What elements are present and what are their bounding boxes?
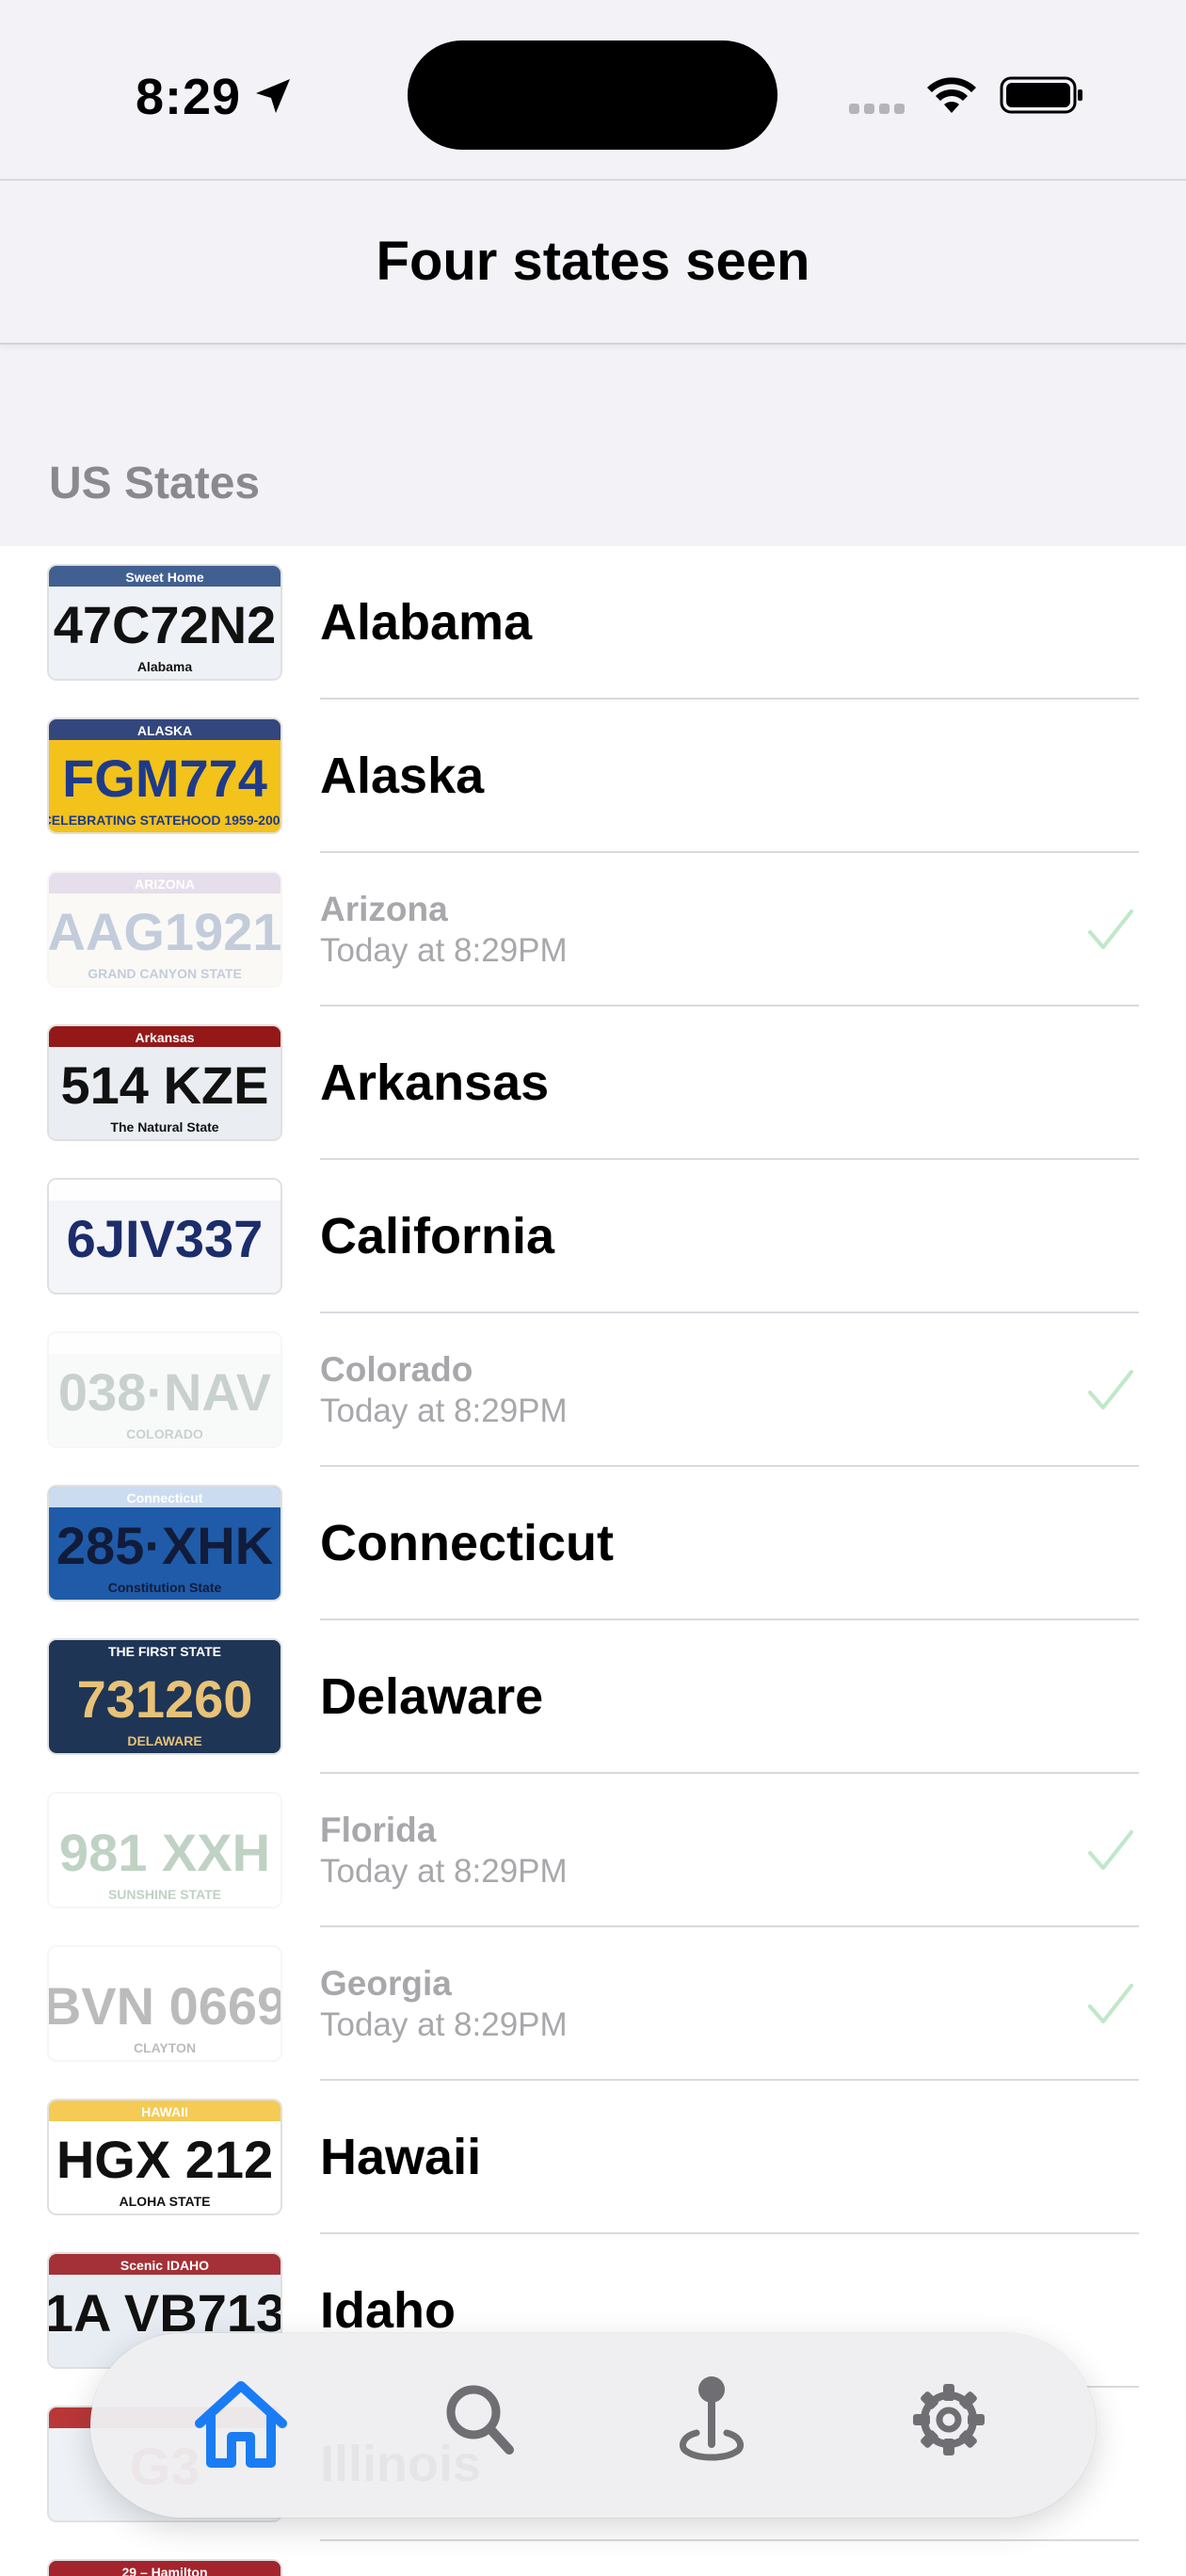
state-name: Delaware <box>320 1668 544 1725</box>
state-row-alaska[interactable]: ALASKA FGM774 CELEBRATING STATEHOOD 1959-2… <box>0 700 1186 853</box>
license-plate-image: MYFLORIDA.COM 981 XXH SUNSHINE STATE <box>49 1794 280 1907</box>
plate-text: Alabama <box>137 659 193 674</box>
checkmark-icon <box>1088 1370 1133 1409</box>
plate-text: ALOHA STATE <box>120 2194 211 2209</box>
license-plate-image: Connecticut 285·XHK Constitution State <box>49 1487 280 1600</box>
license-plate-image: ALASKA FGM774 CELEBRATING STATEHOOD 1959-2… <box>49 719 280 832</box>
plate-text: 29 – Hamilton <box>121 2565 207 2576</box>
seen-timestamp: Today at 8:29PM <box>320 1393 568 1429</box>
wifi-icon <box>927 77 976 113</box>
license-plate-image: THE FIRST STATE 731260 DELAWARE <box>49 1640 280 1753</box>
plate-text: AAG1921 <box>49 902 280 961</box>
page-title: Four states seen <box>376 231 810 292</box>
battery-icon <box>1000 76 1082 114</box>
license-plate-image: California 6JIV337 <box>49 1180 280 1293</box>
state-row-hawaii[interactable]: HAWAII HGX 212 ALOHA STATE Hawaii <box>0 2081 1186 2234</box>
plate-text: California <box>135 1183 196 1199</box>
seen-timestamp: Today at 8:29PM <box>320 932 568 969</box>
state-row-delaware[interactable]: THE FIRST STATE 731260 DELAWARE Delaware <box>0 1620 1186 1774</box>
plate-text: Scenic IDAHO <box>120 2258 209 2273</box>
plate-text: CLAYTON <box>134 2040 196 2055</box>
license-plate-image: 29 – Hamilton <box>49 2561 280 2576</box>
plate-text: 038·NAV <box>58 1362 271 1422</box>
license-plate-image: GEORGIA.gov BVN 0669 CLAYTON <box>49 1947 280 2060</box>
plate-text: GRAND CANYON STATE <box>88 966 242 981</box>
plate-text: SUNSHINE STATE <box>108 1887 221 1902</box>
license-plate-image: HAWAII HGX 212 ALOHA STATE <box>49 2101 280 2214</box>
state-row-colorado[interactable]: 038·NAV COLORADO Colorado Today at 8:29PM <box>0 1313 1186 1467</box>
plate-text: 285·XHK <box>56 1516 273 1575</box>
state-name: Indiana <box>320 2541 498 2576</box>
state-name: Hawaii <box>320 2129 482 2185</box>
state-row-georgia[interactable]: GEORGIA.gov BVN 0669 CLAYTON Georgia Today a… <box>0 1927 1186 2081</box>
state-name: Connecticut <box>320 1515 615 1571</box>
state-name: California <box>320 1208 555 1264</box>
plate-text: 47C72N2 <box>54 595 277 654</box>
plate-text: 6JIV337 <box>67 1209 264 1268</box>
plate-text: THE FIRST STATE <box>108 1644 221 1659</box>
license-plate-image: 038·NAV COLORADO <box>49 1333 280 1446</box>
plate-text: ARIZONA <box>135 877 195 892</box>
plate-text: MYFLORIDA.COM <box>108 1797 221 1812</box>
location-arrow-icon <box>256 79 290 113</box>
plate-text: CELEBRATING STATEHOOD 1959-2009 <box>49 813 280 828</box>
checkmark-icon <box>1088 1830 1133 1870</box>
state-row-connecticut[interactable]: Connecticut 285·XHK Constitution State Conn… <box>0 1467 1186 1620</box>
plate-text: Arkansas <box>135 1030 194 1045</box>
plate-text: Constitution State <box>108 1580 222 1595</box>
plate-text: ALASKA <box>137 723 192 738</box>
seen-timestamp: Today at 8:29PM <box>320 1853 568 1890</box>
states-list: Sweet Home 47C72N2 Alabama Alabama ALASKA FGM… <box>0 546 1186 2576</box>
checkmark-icon <box>1088 910 1133 949</box>
state-name: Georgia <box>320 1964 452 2003</box>
navigation-bar: Four states seen <box>0 179 1186 345</box>
license-plate-image: Sweet Home 47C72N2 Alabama <box>49 566 280 679</box>
tab-map-pin-icon[interactable] <box>676 2373 747 2467</box>
plate-text: 981 XXH <box>59 1823 270 1882</box>
tab-bar <box>90 2333 1096 2518</box>
status-bar: 8:29 <box>0 0 1186 179</box>
plate-text: DELAWARE <box>127 1733 201 1748</box>
seen-info: Colorado Today at 8:29PM <box>320 1349 568 1432</box>
plate-text: Sweet Home <box>125 570 203 585</box>
tab-search-magnifying-glass-icon[interactable] <box>443 2382 515 2457</box>
tab-home-house-icon[interactable] <box>192 2378 290 2469</box>
state-row-arizona[interactable]: ARIZONA AAG1921 GRAND CANYON STATE Arizona T… <box>0 853 1186 1006</box>
plate-text: 731260 <box>77 1669 253 1729</box>
state-row-alabama[interactable]: Sweet Home 47C72N2 Alabama Alabama <box>0 546 1186 700</box>
state-name: Alabama <box>320 594 533 651</box>
plate-text: GEORGIA.gov <box>120 1951 210 1966</box>
seen-info: Florida Today at 8:29PM <box>320 1810 568 1892</box>
seen-info: Georgia Today at 8:29PM <box>320 1963 568 2046</box>
cellular-signal-icon <box>849 102 909 117</box>
state-name: Florida <box>320 1811 437 1849</box>
state-name: Alaska <box>320 748 485 804</box>
state-row-arkansas[interactable]: Arkansas 514 KZE The Natural State Arkansas <box>0 1006 1186 1160</box>
plate-text: COLORADO <box>126 1426 203 1441</box>
license-plate-image: ARIZONA AAG1921 GRAND CANYON STATE <box>49 873 280 986</box>
seen-timestamp: Today at 8:29PM <box>320 2006 568 2043</box>
tab-settings-gear-icon[interactable] <box>911 2382 986 2457</box>
state-name: Arkansas <box>320 1055 550 1111</box>
state-row-florida[interactable]: MYFLORIDA.COM 981 XXH SUNSHINE STATE Florid… <box>0 1774 1186 1927</box>
state-row-california[interactable]: California 6JIV337 California <box>0 1160 1186 1313</box>
section-header: US States <box>49 459 261 508</box>
state-name: Arizona <box>320 890 448 928</box>
seen-info: Arizona Today at 8:29PM <box>320 889 568 972</box>
state-name: Colorado <box>320 1350 473 1389</box>
plate-text: FGM774 <box>62 749 267 808</box>
plate-text: BVN 0669 <box>49 1976 280 2036</box>
plate-text: 514 KZE <box>61 1055 269 1115</box>
checkmark-icon <box>1088 1984 1133 2023</box>
plate-text: The Natural State <box>110 1119 218 1135</box>
plate-text: Connecticut <box>127 1490 203 1505</box>
state-row-indiana[interactable]: 29 – Hamilton Indiana <box>0 2541 1186 2576</box>
license-plate-image: Arkansas 514 KZE The Natural State <box>49 1026 280 1139</box>
plate-text: HGX 212 <box>56 2130 273 2189</box>
plate-text: HAWAII <box>141 2104 188 2119</box>
dynamic-island <box>408 40 777 150</box>
status-time: 8:29 <box>136 69 242 125</box>
